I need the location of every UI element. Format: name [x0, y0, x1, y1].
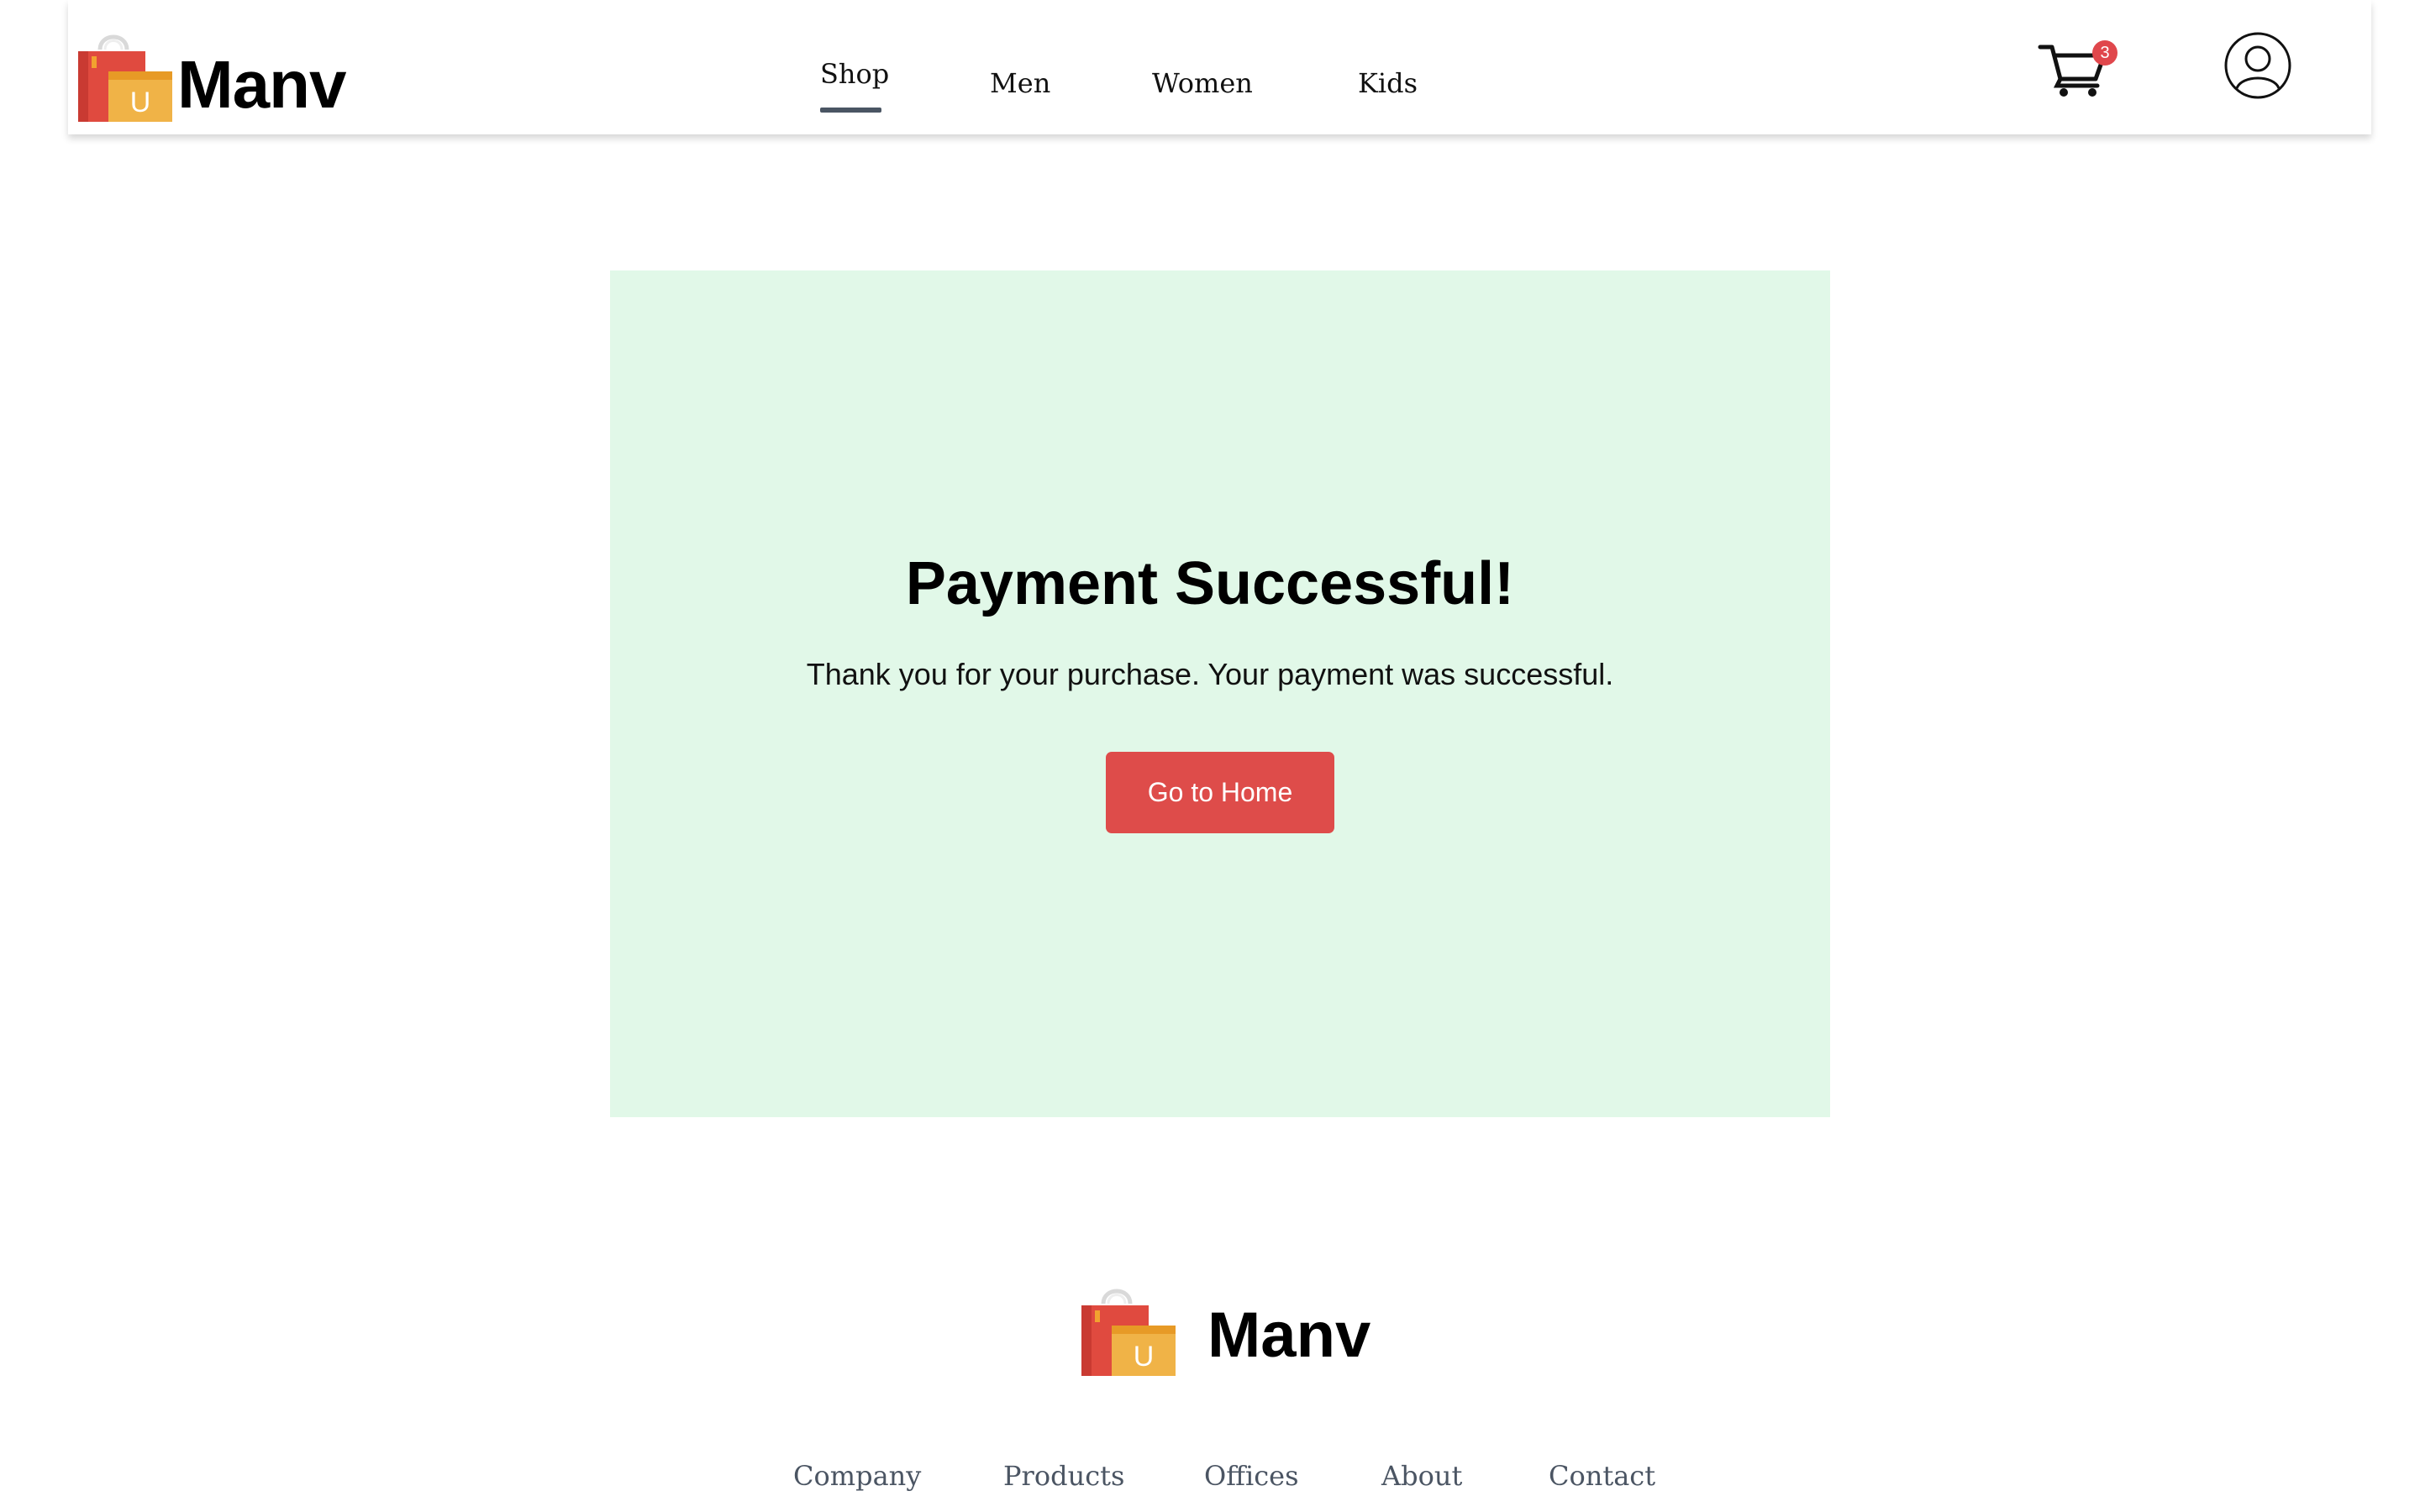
- nav-item-men[interactable]: Men: [990, 67, 1050, 99]
- svg-text:U: U: [1134, 1341, 1155, 1373]
- footer-brand-name: Manv: [1207, 1299, 1371, 1371]
- footer-link-company[interactable]: Company: [793, 1460, 921, 1492]
- go-to-home-button[interactable]: Go to Home: [1106, 752, 1334, 833]
- main-nav: Shop Men Women Kids: [68, 0, 2371, 134]
- site-header: U Manv Shop Men Women Kids 3: [68, 0, 2371, 134]
- active-nav-indicator: [820, 108, 881, 113]
- nav-item-kids[interactable]: Kids: [1358, 67, 1418, 99]
- success-panel: [610, 270, 1830, 1117]
- footer-link-about[interactable]: About: [1381, 1460, 1462, 1492]
- nav-item-shop[interactable]: Shop: [820, 58, 889, 90]
- footer-link-offices[interactable]: Offices: [1204, 1460, 1298, 1492]
- footer-brand-logo[interactable]: U Manv: [1080, 1277, 1370, 1378]
- footer-nav: Company Products Offices About Contact: [0, 1460, 2420, 1502]
- footer-link-products[interactable]: Products: [1003, 1460, 1124, 1492]
- cart-count-badge: 3: [2092, 40, 2118, 66]
- shopping-bags-icon: U: [1081, 1289, 1176, 1376]
- page-title: Payment Successful!: [905, 550, 1515, 617]
- nav-item-women[interactable]: Women: [1152, 67, 1253, 99]
- footer-link-contact[interactable]: Contact: [1549, 1460, 1655, 1492]
- user-icon[interactable]: [2223, 31, 2292, 100]
- success-message: Thank you for your purchase. Your paymen…: [806, 657, 1614, 691]
